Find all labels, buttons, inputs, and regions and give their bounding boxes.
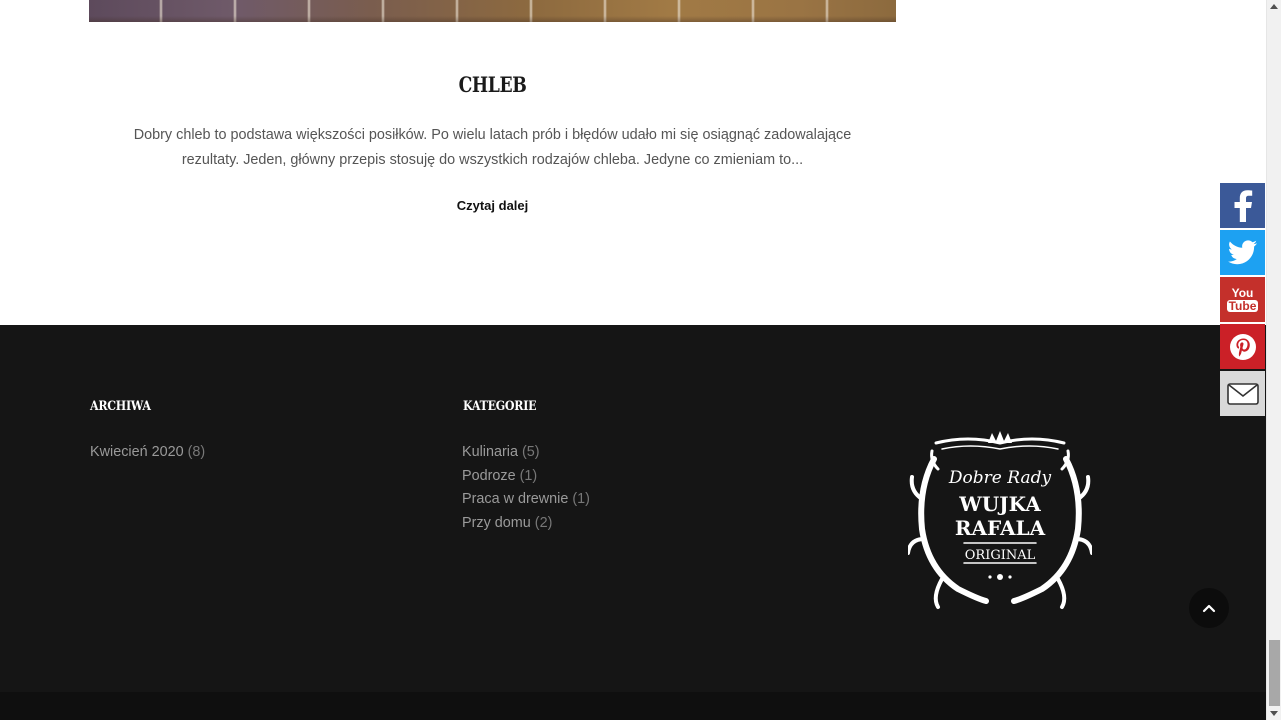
category-link-praca-w-drewnie[interactable]: Praca w drewnie [462, 491, 568, 507]
list-item: Przy domu (2) [462, 512, 590, 536]
category-link-przy-domu[interactable]: Przy domu [462, 515, 531, 531]
logo-text-original: ORIGINAL [965, 548, 1036, 563]
social-sidebar: You Tube [1220, 183, 1266, 418]
page-scrollbar[interactable] [1266, 0, 1281, 720]
pinterest-share-button[interactable] [1220, 324, 1265, 369]
youtube-icon: You Tube [1226, 286, 1259, 313]
twitter-share-button[interactable] [1220, 230, 1265, 275]
twitter-icon [1227, 239, 1257, 264]
category-count: (1) [519, 467, 538, 484]
category-count: (2) [534, 514, 553, 531]
facebook-icon [1234, 189, 1252, 222]
logo-text-wujka: WUJKA [958, 492, 1041, 516]
footer: ARCHIWA Kwiecień 2020 (8) KATEGORIE Kuli… [0, 325, 1266, 720]
page: CHLEB Dobry chleb to podstawa większości… [0, 0, 1281, 720]
logo-text-rafala: RAFALA [955, 516, 1046, 540]
categories-list: Kulinaria (5) Podroze (1) Praca w drewni… [462, 441, 590, 535]
youtube-share-button[interactable]: You Tube [1220, 277, 1265, 322]
list-item: Podroze (1) [462, 465, 590, 489]
footer-bottom-bar [0, 692, 1266, 720]
category-count: (1) [572, 491, 590, 507]
list-item: Kwiecień 2020 (8) [90, 441, 205, 465]
email-share-button[interactable] [1220, 371, 1265, 416]
list-item: Kulinaria (5) [462, 441, 590, 465]
scroll-to-top-button[interactable] [1189, 588, 1229, 628]
archive-count: (8) [187, 444, 206, 460]
scroll-up-arrow[interactable] [1270, 4, 1278, 9]
archive-link[interactable]: Kwiecień 2020 [90, 444, 184, 460]
category-link-podroze[interactable]: Podroze [462, 468, 516, 484]
category-link-kulinaria[interactable]: Kulinaria [462, 444, 518, 460]
facebook-share-button[interactable] [1220, 183, 1265, 228]
scrollbar-thumb[interactable] [1269, 640, 1280, 706]
archives-list: Kwiecień 2020 (8) [90, 441, 205, 465]
scroll-down-arrow[interactable] [1270, 711, 1278, 716]
post-excerpt: Dobry chleb to podstawa większości posił… [133, 127, 852, 168]
post-featured-image[interactable] [89, 0, 896, 22]
archives-widget-title: ARCHIWA [90, 399, 151, 414]
categories-widget-title: KATEGORIE [463, 399, 537, 414]
pinterest-icon [1229, 333, 1256, 360]
logo-text-dobre-rady: Dobre Rady [948, 468, 1052, 488]
read-more-link[interactable]: Czytaj dalej [89, 198, 896, 213]
list-item: Praca w drewnie (1) [462, 488, 590, 512]
chevron-up-icon [1202, 604, 1216, 613]
email-icon [1226, 382, 1259, 405]
site-logo: Dobre Rady WUJKA RAFALA ORIGINAL [908, 431, 1092, 609]
category-count: (5) [522, 444, 540, 460]
post-title[interactable]: CHLEB [162, 72, 824, 97]
